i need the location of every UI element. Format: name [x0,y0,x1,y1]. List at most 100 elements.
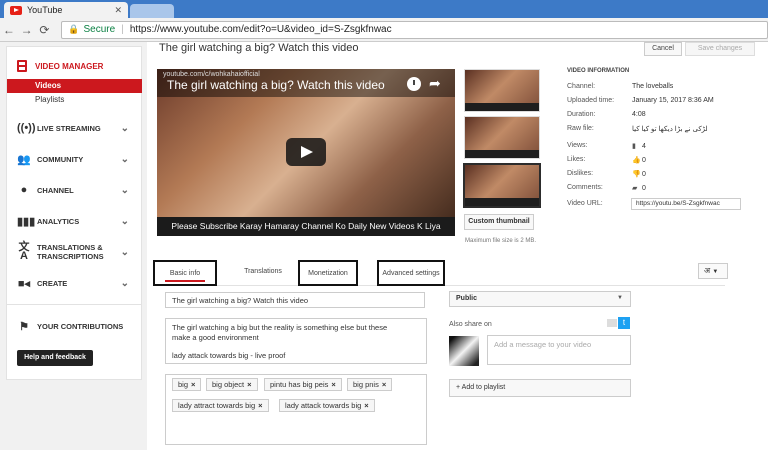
tag-chip[interactable]: lady attack towards big × [279,399,375,412]
tab-label: Basic info [169,270,201,277]
title-input[interactable]: The girl watching a big? Watch this vide… [165,292,425,308]
page-title: The girl watching a big? Watch this vide… [159,42,359,54]
info-label: Likes: [567,156,586,163]
thumbnail-option-selected[interactable] [463,163,541,208]
reload-icon[interactable]: ⟳ [36,23,54,37]
player-caption: Please Subscribe Karay Hamaray Channel K… [171,221,441,231]
chevron-down-icon[interactable]: ⌄ [121,278,129,289]
watch-later-icon[interactable] [407,77,421,91]
tag-chip[interactable]: pintu has big peis × [264,378,342,391]
description-line: lady attack towards big - live proof [172,351,286,360]
description-input[interactable]: The girl watching a big but the reality … [165,318,427,364]
chevron-down-icon[interactable]: ⌄ [121,154,129,165]
share-icon[interactable]: ➦ [429,75,441,92]
chevron-down-icon[interactable]: ⌄ [121,247,129,257]
language-button[interactable]: अ ▼ [698,263,728,279]
chevron-down-icon[interactable]: ⌄ [121,185,129,196]
youtube-logo-icon [10,5,22,15]
dislike-icon: 👎 [632,171,641,178]
share-message-input[interactable]: Add a message to your video [487,335,631,365]
info-label: Comments: [567,184,603,191]
tag-remove-icon[interactable]: × [364,401,368,410]
share-toggle[interactable] [607,319,617,327]
browser-tab[interactable]: YouTube ✕ [4,2,128,18]
thumbnail-band [465,103,539,111]
tag-chip[interactable]: big pnis × [347,378,393,391]
views-count: 4 [642,143,646,150]
tab-close-icon[interactable]: ✕ [114,5,122,16]
info-label: Duration: [567,111,596,118]
help-feedback-button[interactable]: Help and feedback [17,350,93,366]
chevron-down-icon: ▼ [617,295,623,301]
tab-basic-info[interactable]: Basic info [153,260,217,286]
sidebar-item-live-streaming[interactable]: ((•)) LIVE STREAMING ⌄ [7,117,141,139]
comments-count: 0 [642,185,646,192]
sidebar-item-translations[interactable]: 文A TRANSLATIONS & TRANSCRIPTIONS ⌄ [7,239,141,265]
thumbnail-band [465,198,539,206]
tab-advanced-settings[interactable]: Advanced settings [377,260,445,286]
forward-icon[interactable]: → [18,23,36,37]
sidebar-divider [7,304,141,305]
new-tab-button[interactable] [130,4,174,18]
player-watermark: youtube.com/c/wohkahaiofficial [163,71,260,78]
sidebar-item-label: LIVE STREAMING [37,123,101,133]
sidebar-header-label: VIDEO MANAGER [35,61,104,71]
sidebar-item-community[interactable]: 👥 COMMUNITY ⌄ [7,148,141,170]
sidebar-item-create[interactable]: ■◂ CREATE ⌄ [7,272,141,294]
video-url-field[interactable]: https://youtu.be/S-Zsgkfnwac [631,198,741,210]
play-button[interactable] [286,138,326,166]
info-label: Channel: [567,83,596,90]
sidebar-item-contributions[interactable]: ⚑ YOUR CONTRIBUTIONS [7,315,141,337]
thumbnail-option[interactable] [464,69,540,112]
add-to-playlist-button[interactable]: + Add to playlist [449,379,631,397]
tab-translations[interactable]: Translations [229,260,297,286]
chevron-down-icon[interactable]: ⌄ [121,123,129,134]
privacy-select[interactable]: Public ▼ [449,291,631,307]
thumbnail-option[interactable] [464,116,540,159]
tag-remove-icon[interactable]: × [247,380,251,389]
tag-remove-icon[interactable]: × [331,380,335,389]
cancel-button[interactable]: Cancel [644,42,682,56]
tag-remove-icon[interactable]: × [191,380,195,389]
community-icon: 👥 [17,153,31,166]
language-icon: अ [704,266,711,275]
tab-monetization[interactable]: Monetization [298,260,358,286]
browser-tabbar: YouTube ✕ [0,0,768,18]
tag-chip[interactable]: lady attract towards big × [172,399,269,412]
description-line: make a good environment [172,333,259,342]
info-row-duration: Duration: 4:08 [567,111,762,123]
custom-thumbnail-button[interactable]: Custom thumbnail [464,214,534,230]
tag-chip[interactable]: big object × [206,378,258,391]
info-label: Video URL: [567,200,603,207]
sidebar-item-analytics[interactable]: ▮▮▮ ANALYTICS ⌄ [7,210,141,232]
sidebar-item-channel[interactable]: ● CHANNEL ⌄ [7,179,141,201]
video-manager-icon [17,60,27,72]
back-icon[interactable]: ← [0,23,18,37]
dislikes-count: 0 [642,171,646,178]
likes-count: 0 [642,157,646,164]
avatar [449,336,479,366]
url-input[interactable]: 🔒 Secure | https://www.youtube.com/edit?… [61,20,768,39]
sidebar-item-label: COMMUNITY [37,154,84,164]
chevron-down-icon[interactable]: ⌄ [121,216,129,227]
sidebar-item-videos[interactable]: Videos [7,79,142,93]
tag-chip[interactable]: big × [172,378,202,391]
info-row-channel: Channel: The loveballs [567,83,762,95]
main-content: The girl watching a big? Watch this vide… [147,42,768,450]
info-row-likes: Likes: 👍0 [567,156,762,168]
sidebar-video-manager[interactable]: VIDEO MANAGER [7,53,141,79]
save-button[interactable]: Save changes [685,42,755,56]
twitter-icon[interactable]: t [618,317,630,329]
channel-icon: ● [20,184,28,196]
tag-label: big pnis [353,380,379,389]
channel-link[interactable]: The loveballs [632,83,673,90]
sidebar-item-playlists[interactable]: Playlists [35,95,64,104]
tag-remove-icon[interactable]: × [382,380,386,389]
video-player[interactable]: youtube.com/c/wohkahaiofficial The girl … [157,69,455,236]
tags-input[interactable]: big × big object × pintu has big peis × big… [165,374,427,445]
like-icon: 👍 [632,157,641,164]
player-title[interactable]: The girl watching a big? Watch this vide… [167,78,385,92]
info-row-dislikes: Dislikes: 👎0 [567,170,762,182]
analytics-icon: ▮▮▮ [17,215,36,228]
tag-remove-icon[interactable]: × [258,401,262,410]
